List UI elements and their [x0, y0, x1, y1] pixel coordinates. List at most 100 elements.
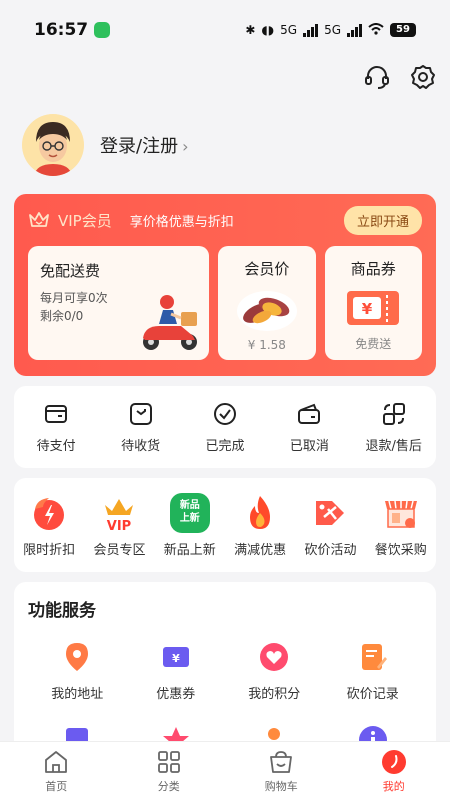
vip-title: VIP会员 — [58, 211, 112, 230]
order-label: 已完成 — [205, 438, 245, 454]
earbuds-icon: ◖◗ — [261, 23, 275, 37]
order-label: 退款/售后 — [365, 438, 422, 454]
chat-notification-icon — [94, 22, 111, 38]
cart-icon — [270, 750, 293, 773]
new-arrivals-entry[interactable]: 新品 上新 新品上新 — [155, 492, 225, 558]
coupon-note: 免费送 — [355, 337, 392, 351]
free-delivery-card[interactable]: 免配送费 每月可享0次 剩余0/0 — [28, 246, 210, 360]
tab-label: 分类 — [157, 779, 180, 793]
settings-gear-icon[interactable] — [410, 64, 436, 90]
home-icon — [45, 750, 68, 773]
vip-open-button[interactable]: 立即开通 — [343, 205, 422, 235]
avatar[interactable] — [22, 114, 84, 176]
vip-benefits: 免配送费 每月可享0次 剩余0/0 会员价 ¥ 1.58 商品券 ¥ 免费送 — [28, 246, 423, 360]
chevron-right-icon: › — [182, 137, 189, 156]
services-title: 功能服务 — [28, 601, 96, 621]
tab-label: 我的 — [382, 779, 405, 793]
net-label-1: 5G — [280, 23, 298, 37]
profile-header[interactable]: 登录/注册 › — [22, 114, 188, 176]
activity-label: 满减优惠 — [234, 542, 287, 558]
member-price-title: 会员价 — [244, 260, 290, 278]
svg-text:VIP: VIP — [107, 519, 131, 533]
order-label: 已取消 — [289, 438, 329, 454]
food-purchase-entry[interactable]: 餐饮采购 — [366, 493, 436, 558]
activity-label: 会员专区 — [93, 542, 146, 558]
battery-icon: 59 — [390, 23, 416, 37]
bargain-entry[interactable]: 砍价活动 — [295, 493, 365, 558]
service-my-address[interactable]: 我的地址 — [28, 641, 127, 702]
notepad-icon — [361, 644, 387, 670]
bluetooth-icon: ✱ — [245, 23, 256, 37]
coupon-title: 商品券 — [350, 260, 396, 278]
member-price-card[interactable]: 会员价 ¥ 1.58 — [218, 246, 316, 360]
bottom-tab-bar: 首页 分类 购物车 我的 — [0, 742, 450, 800]
member-price-value: ¥ 1.58 — [247, 338, 286, 352]
services-panel: 功能服务 我的地址 ¥ 优惠券 我的积分 砍价记录 — [14, 582, 436, 762]
svg-text:¥: ¥ — [172, 652, 180, 665]
activity-label: 餐饮采购 — [374, 542, 427, 558]
svg-text:¥: ¥ — [362, 300, 373, 318]
tab-cart[interactable]: 购物车 — [241, 749, 321, 794]
order-label: 待支付 — [36, 438, 76, 454]
flash-sale-entry[interactable]: 限时折扣 — [14, 493, 84, 558]
delivery-scooter-icon — [143, 295, 198, 350]
coupon-card[interactable]: 商品券 ¥ 免费送 — [324, 246, 423, 360]
free-delivery-title: 免配送费 — [40, 262, 101, 280]
flame-icon — [250, 495, 271, 529]
vip-zone-entry[interactable]: VIP 会员专区 — [84, 493, 154, 558]
order-cancelled[interactable]: 已取消 — [267, 401, 351, 454]
yen-coupon-icon: ¥ — [347, 291, 400, 325]
location-pin-icon — [66, 643, 89, 671]
new-badge-icon: 新品 上新 — [169, 492, 210, 533]
order-refund[interactable]: 退款/售后 — [352, 401, 436, 454]
order-pending-receipt[interactable]: 待收货 — [99, 401, 183, 454]
storefront-icon — [384, 500, 417, 528]
order-completed[interactable]: 已完成 — [183, 401, 267, 454]
system-icons: ✱ ◖◗ 5G 5G 59 — [245, 22, 416, 38]
discount-entry[interactable]: 满减优惠 — [225, 493, 295, 558]
heart-points-icon — [260, 643, 289, 671]
sweet-potato-image — [236, 291, 297, 331]
service-label: 我的地址 — [51, 687, 104, 702]
order-label: 待收货 — [121, 438, 161, 454]
activity-label: 限时折扣 — [23, 542, 76, 558]
service-label: 砍价记录 — [346, 687, 399, 702]
vip-crown-icon: VIP — [105, 498, 134, 533]
tab-label: 首页 — [45, 779, 68, 793]
tab-mine[interactable]: 我的 — [354, 749, 434, 794]
wallet-icon — [45, 404, 68, 423]
activity-label: 新品上新 — [163, 542, 216, 558]
flash-sale-icon — [34, 497, 65, 530]
tab-home[interactable]: 首页 — [16, 749, 96, 794]
net-label-2: 5G — [324, 23, 341, 37]
customer-service-icon[interactable] — [364, 64, 390, 90]
login-register-link[interactable]: 登录/注册 — [100, 136, 178, 157]
promotion-bar: 限时折扣 VIP 会员专区 新品 上新 新品上新 满减优惠 砍价活动 餐饮采购 — [14, 478, 436, 572]
status-bar: 16:57 ✱ ◖◗ 5G 5G 59 — [0, 0, 450, 60]
services-grid: 我的地址 ¥ 优惠券 我的积分 砍价记录 — [28, 641, 422, 756]
new-badge-line1: 新品 — [179, 499, 200, 511]
package-icon — [129, 402, 152, 425]
status-time-group: 16:57 — [34, 20, 111, 40]
service-bargain-records[interactable]: 砍价记录 — [324, 641, 423, 702]
vip-header: VIP会员 享价格优惠与折扣 立即开通 — [28, 194, 422, 246]
activity-label: 砍价活动 — [304, 542, 357, 558]
status-time: 16:57 — [34, 20, 89, 40]
service-label: 我的积分 — [248, 687, 301, 702]
service-points[interactable]: 我的积分 — [225, 641, 324, 702]
order-pending-payment[interactable]: 待支付 — [14, 401, 98, 454]
refund-icon — [382, 402, 405, 425]
vip-subtitle: 享价格优惠与折扣 — [129, 214, 234, 230]
bargain-tag-icon — [316, 500, 345, 525]
coupon-icon: ¥ — [162, 647, 189, 667]
tab-label: 购物车 — [264, 779, 298, 793]
top-actions — [364, 64, 436, 90]
wifi-icon — [368, 22, 384, 38]
signal-icon-1 — [303, 23, 319, 37]
tab-category[interactable]: 分类 — [129, 749, 209, 794]
service-coupons[interactable]: ¥ 优惠券 — [127, 641, 226, 702]
vip-crown-icon — [29, 212, 49, 227]
service-label: 优惠券 — [156, 687, 196, 702]
new-badge-line2: 上新 — [179, 512, 200, 524]
cancelled-wallet-icon — [298, 403, 321, 424]
